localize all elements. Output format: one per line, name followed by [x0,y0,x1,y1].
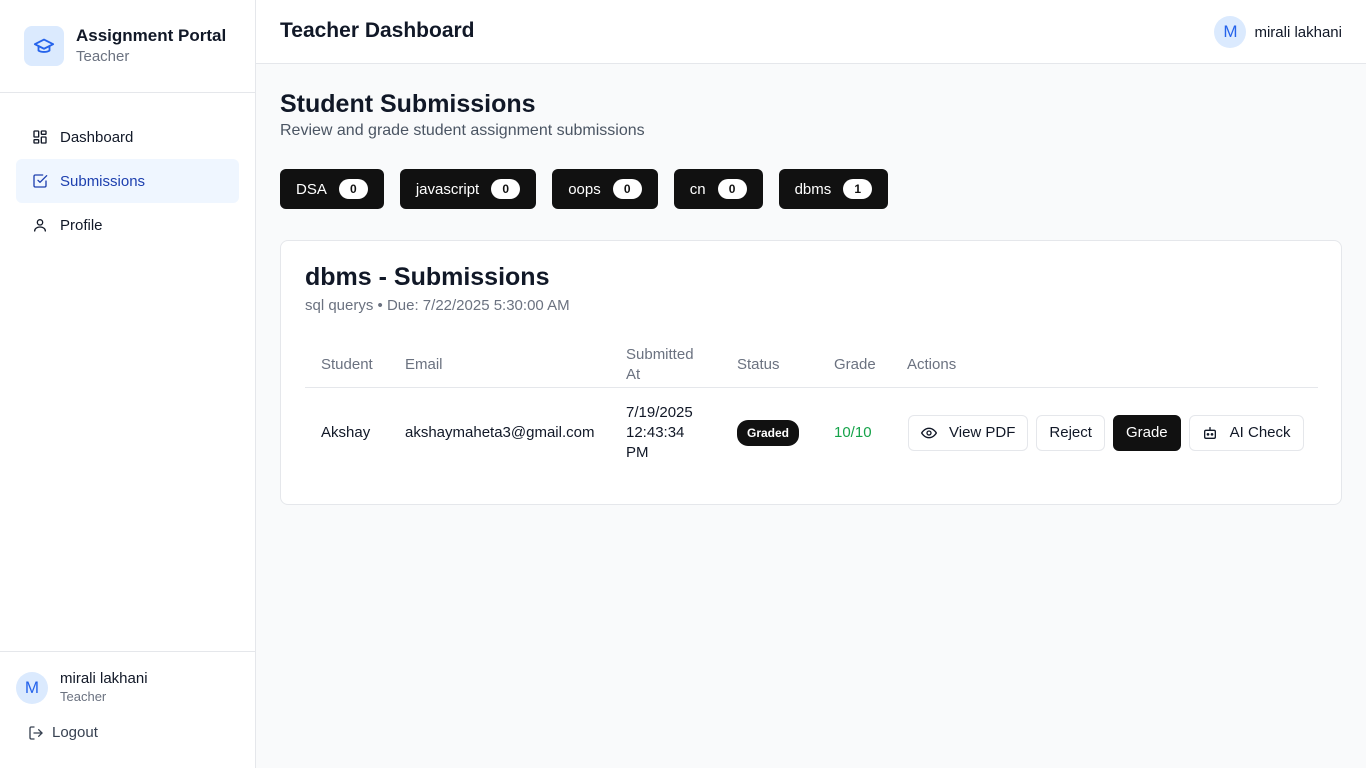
sidebar: Assignment Portal Teacher Dashboard Subm… [0,0,256,768]
logout-button[interactable]: Logout [28,724,98,741]
cell-submitted-at: 7/19/2025 12:43:34 PM [626,388,693,478]
sidebar-item-label: Dashboard [60,128,134,146]
graduation-cap-icon [24,26,64,66]
button-label: AI Check [1229,424,1291,441]
sidebar-item-dashboard[interactable]: Dashboard [16,115,239,159]
header-user-menu[interactable]: M mirali lakhani [1214,16,1342,48]
count-badge: 0 [491,179,521,199]
user-role: Teacher [60,689,107,704]
submitted-time: 12:43:34 [626,424,685,441]
card-subtitle: sql querys • Due: 7/22/2025 5:30:00 AM [305,297,570,314]
view-pdf-button[interactable]: View PDF [908,415,1029,451]
tab-label: DSA [296,180,327,198]
submitted-meridiem: PM [626,444,649,461]
tab-javascript[interactable]: javascript 0 [399,169,537,209]
button-label: Grade [1125,424,1168,441]
sidebar-item-label: Submissions [60,172,146,190]
tab-label: cn [689,180,706,198]
dashboard-icon [32,129,48,145]
submitted-date: 7/19/2025 [626,404,693,421]
user-icon [32,217,48,233]
header-user-name: mirali lakhani [1254,23,1342,41]
logout-icon [29,725,43,740]
count-badge: 0 [612,179,642,199]
sidebar-nav: Dashboard Submissions Profile [0,93,255,247]
count-badge: 1 [843,179,873,199]
ai-check-button[interactable]: AI Check [1188,415,1304,451]
app-title: Assignment Portal [76,26,227,45]
eye-icon [921,427,937,439]
column-header-submitted-at: Submitted At [626,341,694,388]
tab-label: javascript [415,180,480,198]
status-badge: Graded [737,420,800,446]
count-badge: 0 [338,179,368,199]
count-badge: 0 [717,179,747,199]
user-name: mirali lakhani [60,670,148,687]
cell-email: akshaymaheta3@gmail.com [405,424,595,441]
sidebar-item-submissions[interactable]: Submissions [16,159,239,203]
table-row: Akshay akshaymaheta3@gmail.com 7/19/2025… [305,388,1318,478]
main-content: Student Submissions Review and grade stu… [280,88,1342,505]
card-title: dbms - Submissions [305,263,550,291]
page-subtitle: Review and grade student assignment subm… [280,122,645,139]
column-header-actions: Actions [907,355,957,373]
cell-status: Graded [737,388,800,478]
cell-actions: View PDF Reject Grade AI Check [908,388,1312,478]
robot-icon [1203,427,1216,439]
column-header-status: Status [737,355,780,373]
button-label: Reject [1049,424,1092,441]
tab-label: dbms [794,180,832,198]
avatar: M [16,671,48,704]
submissions-card: dbms - Submissions sql querys • Due: 7/2… [280,240,1342,505]
tab-label: oops [568,180,601,198]
checklist-icon [32,173,48,189]
app-role: Teacher [76,48,130,65]
logout-label: Logout [52,724,98,741]
subject-tabs: DSA 0 javascript 0 oops 0 cn 0 dbms 1 [280,169,1342,209]
tab-oops[interactable]: oops 0 [552,169,658,209]
brand: Assignment Portal Teacher [0,0,255,93]
page-title: Student Submissions [280,90,536,118]
grade-button[interactable]: Grade [1112,415,1181,451]
table-header: Student Email Submitted At Status Grade … [305,341,1318,388]
column-header-line: Submitted [626,345,694,363]
top-bar: Teacher Dashboard M mirali lakhani [256,0,1366,64]
tab-dsa[interactable]: DSA 0 [280,169,384,209]
reject-button[interactable]: Reject [1036,415,1105,451]
sidebar-footer: M mirali lakhani Teacher Logout [0,651,255,768]
column-header-student: Student [321,355,373,373]
avatar: M [1214,16,1247,48]
tab-dbms[interactable]: dbms 1 [778,169,889,209]
cell-student: Akshay [321,424,371,441]
column-header-email: Email [405,355,443,373]
tab-cn[interactable]: cn 0 [673,169,763,209]
button-label: View PDF [949,424,1016,441]
page-header-title: Teacher Dashboard [280,19,475,42]
cell-grade: 10/10 [834,424,872,441]
sidebar-item-profile[interactable]: Profile [16,203,239,247]
sidebar-user: M mirali lakhani Teacher [16,670,148,705]
column-header-grade: Grade [834,355,876,373]
column-header-line: At [626,365,641,383]
sidebar-item-label: Profile [60,216,103,234]
